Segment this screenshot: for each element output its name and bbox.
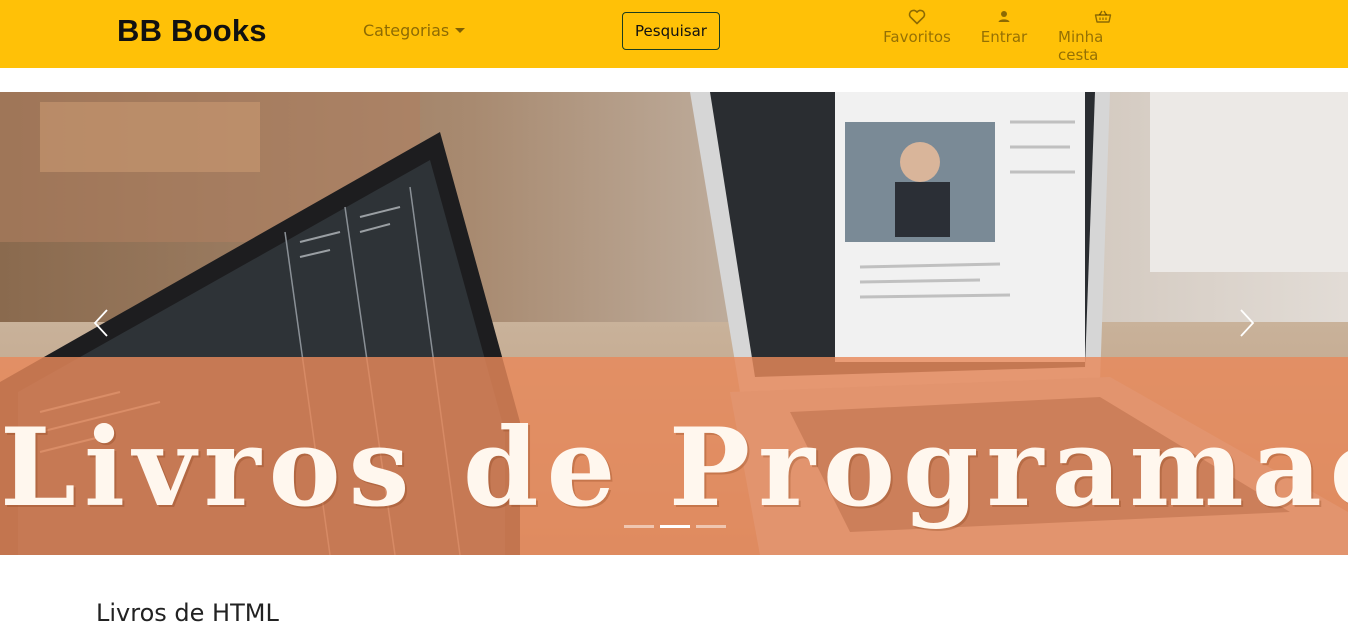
chevron-right-icon bbox=[1240, 309, 1255, 337]
carousel-indicator[interactable] bbox=[624, 525, 654, 528]
heart-icon bbox=[908, 9, 926, 25]
carousel-next-control[interactable] bbox=[1227, 293, 1267, 353]
categories-dropdown[interactable]: Categorias bbox=[363, 20, 466, 42]
categories-label: Categorias bbox=[363, 21, 450, 40]
section-title: Livros de HTML bbox=[96, 599, 279, 627]
nav-cart[interactable]: Minha cesta bbox=[1058, 9, 1148, 64]
carousel-indicators bbox=[624, 525, 726, 528]
carousel-prev-control[interactable] bbox=[81, 293, 121, 353]
nav-cart-label: Minha cesta bbox=[1058, 28, 1104, 64]
user-icon bbox=[998, 11, 1010, 22]
search-button[interactable]: Pesquisar bbox=[622, 12, 720, 50]
nav-favorites[interactable]: Favoritos bbox=[883, 9, 951, 46]
caret-down-icon bbox=[455, 28, 466, 33]
carousel-indicator-active[interactable] bbox=[660, 525, 690, 528]
nav-login-label: Entrar bbox=[980, 28, 1028, 46]
brand-logo[interactable]: BB Books bbox=[117, 12, 267, 50]
nav-login[interactable]: Entrar bbox=[980, 9, 1028, 46]
carousel-caption: Livros de Programação bbox=[0, 405, 1348, 531]
hero-carousel: Livros de Programação bbox=[0, 92, 1348, 555]
basket-icon bbox=[1094, 10, 1112, 23]
nav-favorites-label: Favoritos bbox=[883, 28, 951, 46]
navbar: BB Books Categorias Pesquisar Favoritos … bbox=[0, 0, 1348, 68]
chevron-left-icon bbox=[93, 309, 108, 337]
carousel-indicator[interactable] bbox=[696, 525, 726, 528]
